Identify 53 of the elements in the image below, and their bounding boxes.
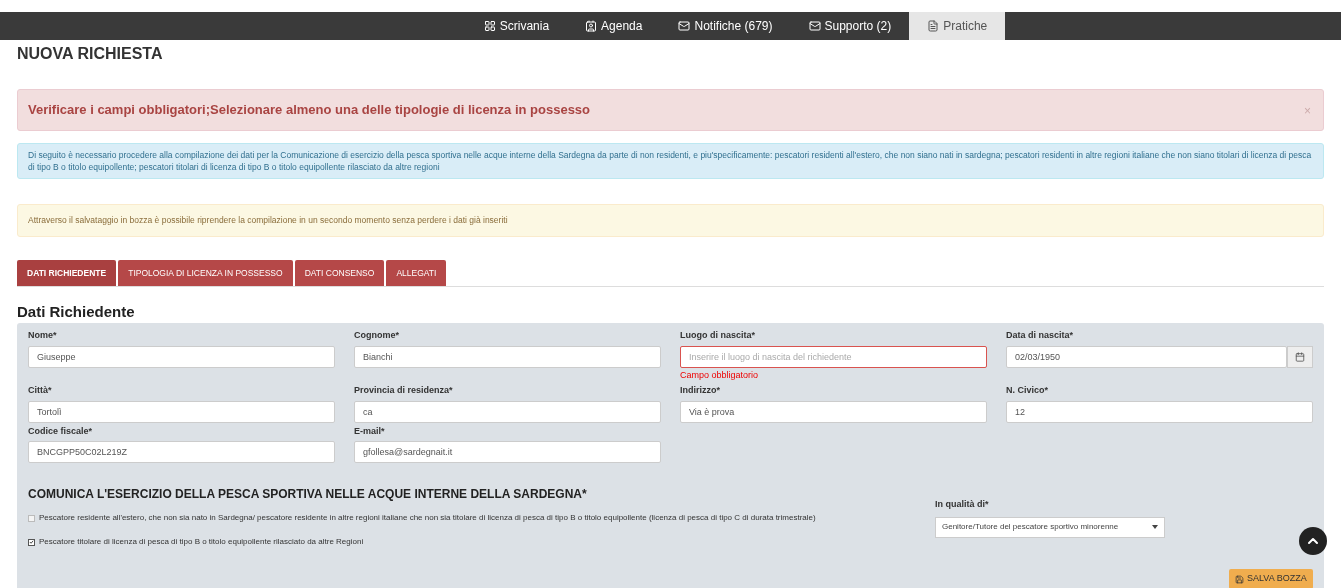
field-label: Città*	[28, 384, 53, 397]
field-label: In qualità di*	[935, 498, 990, 511]
nav-tab[interactable]: Scrivania	[465, 12, 568, 40]
section-heading: COMUNICA L'ESERCIZIO DELLA PESCA SPORTIVA NELLE ACQUE INTERNE DELLA SARDEGNA*	[28, 487, 588, 502]
text-field[interactable]: Bianchi	[354, 345, 661, 368]
mail-icon	[808, 20, 821, 32]
field-label: Cognome*	[354, 329, 400, 342]
text-field[interactable]: 02/03/1950	[1006, 345, 1287, 368]
checkbox-label: Pescatore titolare di licenza di pesca di tipo B o titolo equipollente rilasciato da altre Regioni	[39, 536, 364, 548]
alert-text: Di seguito è necessario procedere alla compilazione dei dati per la Comunicazione di esercizio della pesca sportiva nelle acque interne della Sardegna da parte di non residenti, e piu'specificamente: pescatori residenti all'estero, che non siano nati in sardegna; pescatori residenti in altre regioni italiane che non siano titolari di licenza di pesca di tipo B o titolo equipollente; pescatori titolari di licenza di tipo B o titolo equipollente rilasciato da altre regioni	[28, 150, 1312, 172]
calendar-button[interactable]	[1287, 345, 1313, 368]
checkbox[interactable]	[28, 538, 35, 546]
form-tab[interactable]: DATI CONSENSO	[294, 260, 385, 286]
calendar-icon	[1295, 351, 1305, 362]
field-label: E-mail*	[354, 424, 386, 438]
text-field[interactable]: ca	[354, 400, 661, 423]
text-field[interactable]: 12	[1006, 400, 1313, 423]
form-tab[interactable]: ALLEGATI	[386, 260, 447, 286]
document-icon	[927, 20, 940, 32]
text-field[interactable]: Giuseppe	[28, 345, 335, 368]
field-label: Data di nascita*	[1006, 329, 1075, 342]
checkbox[interactable]	[28, 514, 35, 522]
form-tab[interactable]: DATI RICHIEDENTE	[17, 260, 117, 286]
section-title: Dati Richiedente	[17, 303, 136, 321]
contact-icon	[585, 20, 598, 32]
select-dropdown[interactable]: Genitore/Tutore del pescatore sportivo minorenne	[935, 516, 1165, 538]
save-icon	[1235, 574, 1244, 584]
field-label: Nome*	[28, 329, 58, 342]
text-field[interactable]: Via è prova	[680, 400, 987, 423]
checkbox-label: Pescatore residente all'estero, che non sia nato in Sardegna/ pescatore residente in altre regioni italiane che non sia titolare di licenza di pesca di tipo B o titolo equipollente (licenza di pesca di tipo C di durata trimestrale)	[39, 512, 816, 524]
save-draft-button[interactable]: SALVA BOZZA	[1229, 569, 1313, 588]
mail-icon	[678, 20, 691, 32]
page-title: NUOVA RICHIESTA	[17, 44, 164, 64]
nav-tab[interactable]: Supporto (2)	[790, 12, 910, 40]
caret-icon	[1152, 525, 1158, 529]
nav-tab[interactable]: Pratiche	[909, 12, 1006, 40]
text-field[interactable]: BNCGPP50C02L219Z	[28, 441, 335, 463]
alert-text: Verificare i campi obbligatori;Selezionare almeno una delle tipologie di licenza in possesso	[28, 101, 592, 120]
text-field[interactable]: Tortolì	[28, 400, 335, 423]
field-label: N. Civico*	[1006, 384, 1049, 397]
text-field[interactable]: Inserire il luogo di nascita del richiedente	[680, 345, 987, 368]
grid-icon	[483, 20, 496, 32]
field-label: Indirizzo*	[680, 384, 721, 397]
field-label: Codice fiscale*	[28, 424, 94, 438]
alert-text: Attraverso il salvataggio in bozza è possibile riprendere la compilazione in un secondo momento senza perdere i dati già inseriti	[28, 214, 509, 227]
nav-tab[interactable]: Notifiche (679)	[660, 12, 791, 40]
field-label: Luogo di nascita*	[680, 329, 756, 342]
field-label: Provincia di residenza*	[354, 384, 454, 397]
nav-tab[interactable]: Agenda	[567, 12, 661, 40]
check-icon	[29, 539, 34, 545]
form-tab[interactable]: TIPOLOGIA DI LICENZA IN POSSESSO	[118, 260, 293, 286]
error-message: Campo obbligatorio	[680, 368, 760, 382]
text-field[interactable]: gfollesa@sardegnait.it	[354, 441, 661, 463]
